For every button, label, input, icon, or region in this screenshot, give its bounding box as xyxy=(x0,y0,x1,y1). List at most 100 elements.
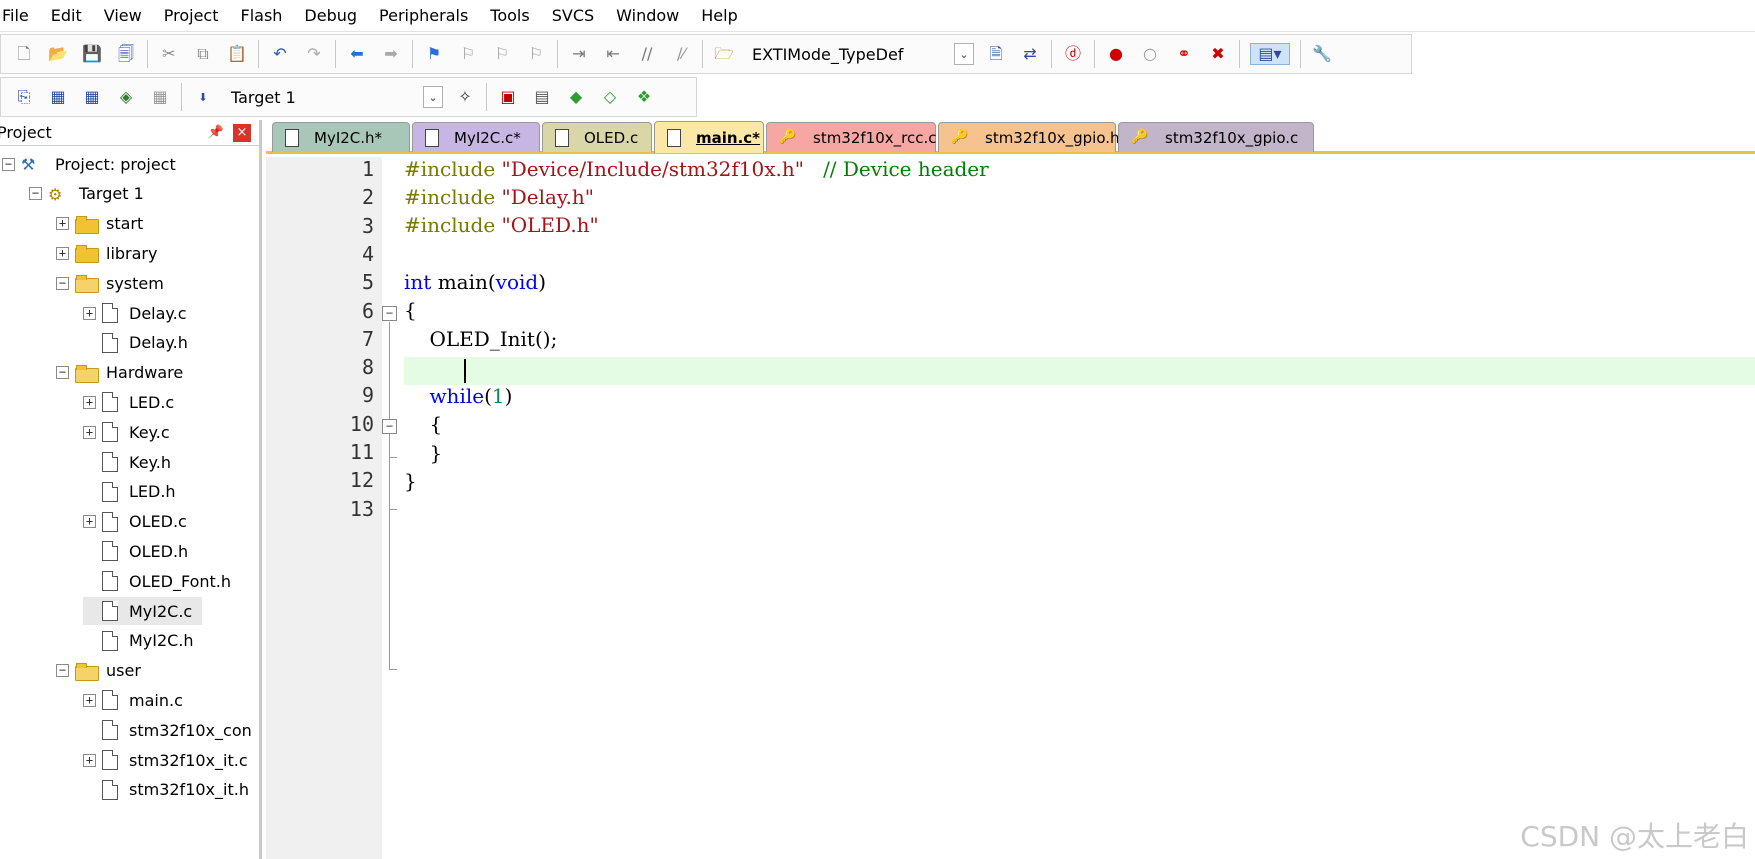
editor-tab[interactable]: OLED.c xyxy=(542,122,652,152)
tree-item[interactable]: stm32f10x_it.h xyxy=(83,776,249,804)
menu-file[interactable]: File xyxy=(0,0,40,32)
paste-icon[interactable]: 📋 xyxy=(226,43,248,65)
select-packs-icon[interactable]: ◆ xyxy=(565,86,587,108)
tree-item[interactable]: MyI2C.c xyxy=(83,597,203,625)
comment-icon[interactable]: // xyxy=(636,43,658,65)
collapse-icon[interactable]: − xyxy=(29,187,42,201)
expand-icon[interactable]: + xyxy=(83,425,96,439)
pack-installer-icon[interactable]: ◇ xyxy=(599,86,621,108)
menu-help[interactable]: Help xyxy=(690,0,748,32)
copy-icon[interactable]: ⧉ xyxy=(192,43,214,65)
incremental-find-icon[interactable]: 🗎 xyxy=(985,43,1007,65)
tree-item[interactable]: − ⚙ Target 1 xyxy=(29,180,144,208)
menu-edit[interactable]: Edit xyxy=(40,0,93,32)
new-file-icon[interactable]: 🗋 xyxy=(13,43,35,65)
editor-tab[interactable]: MyI2C.c* xyxy=(412,122,540,152)
expand-icon[interactable]: + xyxy=(83,693,96,707)
tree-item[interactable]: + main.c xyxy=(83,686,183,714)
tree-item[interactable]: + Key.c xyxy=(83,418,170,446)
indent-icon[interactable]: ⇥ xyxy=(568,43,590,65)
uncomment-icon[interactable]: /⁄ xyxy=(670,43,692,65)
undo-icon[interactable]: ↶ xyxy=(269,43,291,65)
fold-toggle-icon[interactable]: − xyxy=(382,419,397,434)
unindent-icon[interactable]: ⇤ xyxy=(602,43,624,65)
expand-icon[interactable]: + xyxy=(56,246,69,260)
target-combobox[interactable]: Target 1 ⌄ xyxy=(224,84,444,110)
tree-item[interactable]: − Hardware xyxy=(56,359,183,387)
breakpoint-kill-all-icon[interactable]: ✖ xyxy=(1207,43,1229,65)
browse-icon[interactable]: ⇄ xyxy=(1019,43,1041,65)
batch-build-icon[interactable]: ◈ xyxy=(115,86,137,108)
save-all-icon[interactable]: 🗐 xyxy=(115,43,137,65)
debug-session-icon[interactable]: ⓓ xyxy=(1062,43,1084,65)
tree-item[interactable]: + stm32f10x_it.c xyxy=(83,746,248,774)
collapse-icon[interactable]: − xyxy=(56,664,69,678)
tree-item[interactable]: + start xyxy=(56,210,143,238)
translate-icon[interactable]: ⎘ xyxy=(13,86,35,108)
tree-item[interactable]: stm32f10x_con xyxy=(83,716,252,744)
menu-tools[interactable]: Tools xyxy=(479,0,540,32)
bookmark-clear-icon[interactable]: ⚐ xyxy=(525,43,547,65)
collapse-icon[interactable]: − xyxy=(56,366,69,380)
tree-item[interactable]: − system xyxy=(56,269,164,297)
breakpoint-insert-icon[interactable]: ● xyxy=(1105,43,1127,65)
tree-item[interactable]: + Delay.c xyxy=(83,299,186,327)
open-file-icon[interactable]: 📂 xyxy=(47,43,69,65)
expand-icon[interactable]: + xyxy=(83,515,96,529)
chevron-down-icon[interactable]: ⌄ xyxy=(954,43,974,65)
tree-item[interactable]: − user xyxy=(56,657,141,685)
tree-item[interactable]: Key.h xyxy=(83,448,171,476)
editor-tab[interactable]: 🔑 stm32f10x_gpio.c xyxy=(1118,122,1314,152)
collapse-icon[interactable]: − xyxy=(56,276,69,290)
save-icon[interactable]: 💾 xyxy=(81,43,103,65)
tree-item[interactable]: OLED.h xyxy=(83,537,188,565)
expand-icon[interactable]: + xyxy=(83,306,96,320)
expand-icon[interactable]: + xyxy=(83,395,96,409)
bookmark-prev-icon[interactable]: ⚐ xyxy=(457,43,479,65)
chevron-down-icon[interactable]: ⌄ xyxy=(423,86,443,108)
expand-icon[interactable]: + xyxy=(83,753,96,767)
menu-flash[interactable]: Flash xyxy=(229,0,293,32)
breakpoint-disable-icon[interactable]: ○ xyxy=(1139,43,1161,65)
rebuild-icon[interactable]: ▦ xyxy=(81,86,103,108)
build-icon[interactable]: ▦ xyxy=(47,86,69,108)
editor-tab[interactable]: 🔑 stm32f10x_gpio.h xyxy=(938,122,1120,152)
editor-tab[interactable]: main.c* xyxy=(654,121,764,153)
redo-icon[interactable]: ↷ xyxy=(303,43,325,65)
collapse-icon[interactable]: − xyxy=(2,157,15,171)
bookmark-set-icon[interactable]: ⚑ xyxy=(423,43,445,65)
bookmark-next-icon[interactable]: ⚐ xyxy=(491,43,513,65)
stop-build-icon[interactable]: ▦ xyxy=(149,86,171,108)
tree-item[interactable]: Delay.h xyxy=(83,329,188,357)
manage-project-icon[interactable]: ▤ xyxy=(531,86,553,108)
menu-view[interactable]: View xyxy=(93,0,153,32)
tree-item[interactable]: + library xyxy=(56,239,157,267)
tree-item[interactable]: + OLED.c xyxy=(83,508,187,536)
tree-item[interactable]: MyI2C.h xyxy=(83,627,194,655)
pin-icon[interactable]: 📌 xyxy=(207,125,225,140)
menu-project[interactable]: Project xyxy=(153,0,230,32)
breakpoint-disable-all-icon[interactable]: ⚭ xyxy=(1173,43,1195,65)
manage-rte-icon[interactable]: ❖ xyxy=(633,86,655,108)
download-icon[interactable]: ⬇ xyxy=(192,86,214,108)
window-layout-icon[interactable]: ▤▾ xyxy=(1250,43,1290,65)
cut-icon[interactable]: ✂ xyxy=(158,43,180,65)
fold-toggle-icon[interactable]: − xyxy=(382,306,397,321)
menu-window[interactable]: Window xyxy=(605,0,690,32)
editor-tab[interactable]: MyI2C.h* xyxy=(272,122,410,152)
code-editor[interactable]: 1 2 3 4 5 6 7 8 9 10 11 12 13 − − #include "Device/I… xyxy=(266,157,1755,859)
menu-svcs[interactable]: SVCS xyxy=(541,0,605,32)
nav-forward-icon[interactable]: ➡ xyxy=(380,43,402,65)
find-in-files-icon[interactable]: 🗁 xyxy=(713,43,735,65)
configure-icon[interactable]: 🔧 xyxy=(1311,43,1333,65)
nav-back-icon[interactable]: ⬅ xyxy=(346,43,368,65)
close-icon[interactable]: × xyxy=(233,123,251,142)
file-extensions-icon[interactable]: ▣ xyxy=(497,86,519,108)
tree-item[interactable]: OLED_Font.h xyxy=(83,567,231,595)
editor-tab[interactable]: 🔑 stm32f10x_rcc.c xyxy=(766,122,937,152)
find-combobox[interactable]: EXTIMode_TypeDef ⌄ xyxy=(745,41,975,67)
tree-item[interactable]: + LED.c xyxy=(83,388,174,416)
expand-icon[interactable]: + xyxy=(56,217,69,231)
tree-item[interactable]: − ⚒ Project: project xyxy=(2,150,176,178)
target-options-icon[interactable]: ✧ xyxy=(454,86,476,108)
